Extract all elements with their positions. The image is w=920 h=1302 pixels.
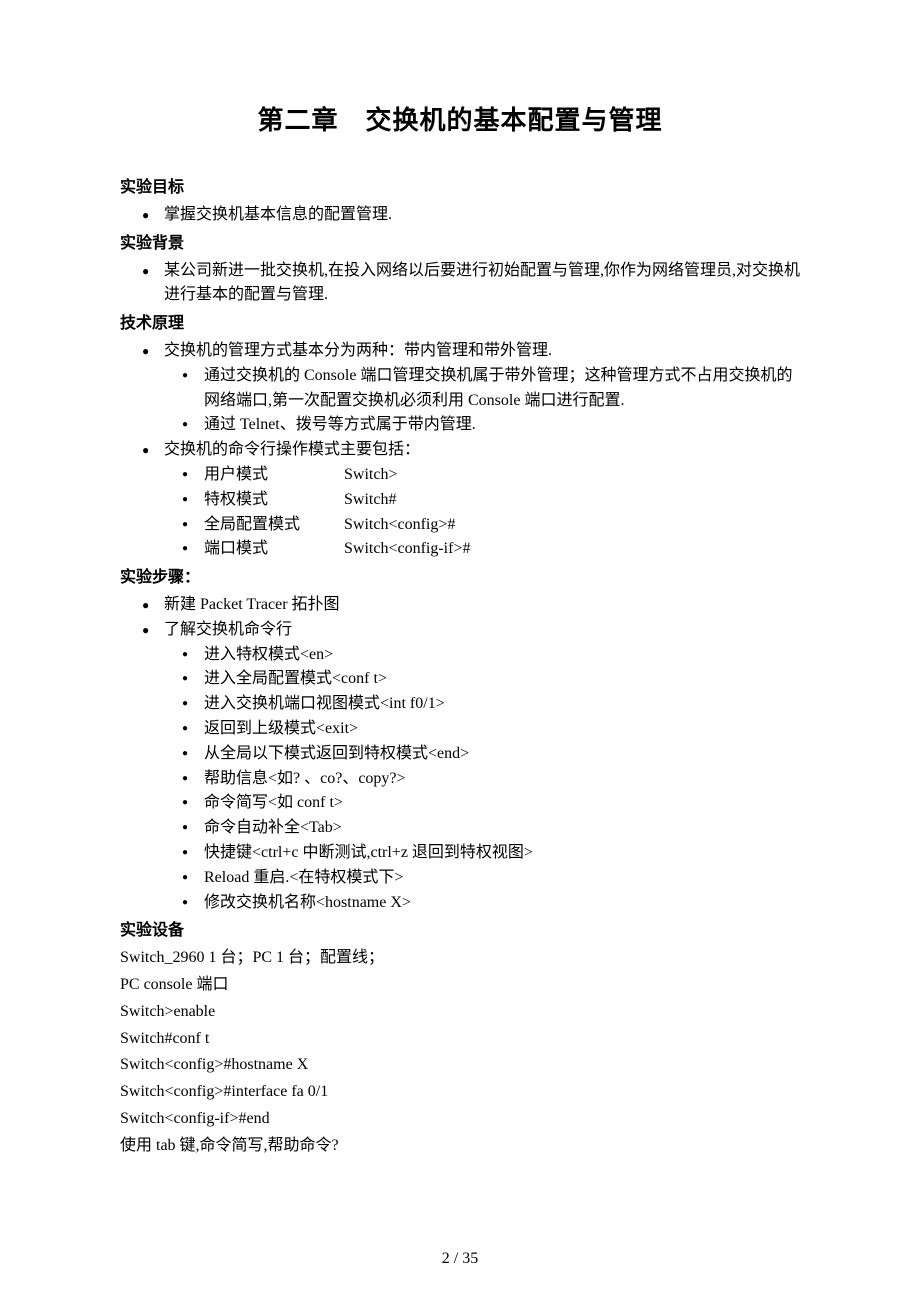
tech-mgmt-sublist: 通过交换机的 Console 端口管理交换机属于带外管理；这种管理方式不占用交换… bbox=[164, 364, 800, 438]
list-item: 特权模式 Switch# bbox=[204, 488, 800, 513]
heading-background: 实验背景 bbox=[120, 232, 800, 257]
mode-label: 端口模式 bbox=[204, 537, 344, 562]
equip-line: Switch<config-if>#end bbox=[120, 1107, 800, 1132]
mode-label: 用户模式 bbox=[204, 463, 344, 488]
list-item: Reload 重启.<在特权模式下> bbox=[204, 866, 800, 891]
steps-list: 新建 Packet Tracer 拓扑图 了解交换机命令行 进入特权模式<en>… bbox=[120, 593, 800, 915]
equip-line: Switch<config>#hostname X bbox=[120, 1053, 800, 1078]
mode-label: 全局配置模式 bbox=[204, 513, 344, 538]
mode-prompt: Switch# bbox=[344, 488, 396, 513]
chapter-title: 第二章 交换机的基本配置与管理 bbox=[120, 100, 800, 140]
mode-prompt: Switch<config-if># bbox=[344, 537, 470, 562]
equip-line: Switch#conf t bbox=[120, 1027, 800, 1052]
list-item: 帮助信息<如? 、co?、copy?> bbox=[204, 767, 800, 792]
list-item: 进入特权模式<en> bbox=[204, 643, 800, 668]
equipment-block: Switch_2960 1 台；PC 1 台；配置线； PC console 端… bbox=[120, 946, 800, 1158]
list-item: 用户模式 Switch> bbox=[204, 463, 800, 488]
list-item: 修改交换机名称<hostname X> bbox=[204, 891, 800, 916]
list-item: 端口模式 Switch<config-if># bbox=[204, 537, 800, 562]
equip-line: 使用 tab 键,命令简写,帮助命令? bbox=[120, 1134, 800, 1159]
equip-line: Switch>enable bbox=[120, 1000, 800, 1025]
list-item: 了解交换机命令行 进入特权模式<en> 进入全局配置模式<conf t> 进入交… bbox=[164, 618, 800, 916]
heading-goal: 实验目标 bbox=[120, 176, 800, 201]
steps-subhead: 了解交换机命令行 bbox=[164, 621, 292, 638]
page-number: 2 / 35 bbox=[0, 1247, 920, 1272]
mode-label: 特权模式 bbox=[204, 488, 344, 513]
list-item: 某公司新进一批交换机,在投入网络以后要进行初始配置与管理,你作为网络管理员,对交… bbox=[164, 259, 800, 309]
list-item: 进入全局配置模式<conf t> bbox=[204, 667, 800, 692]
tech-mgmt-intro: 交换机的管理方式基本分为两种：带内管理和带外管理. bbox=[164, 342, 552, 359]
mode-list: 用户模式 Switch> 特权模式 Switch# 全局配置模式 Switch<… bbox=[164, 463, 800, 562]
document-page: 第二章 交换机的基本配置与管理 实验目标 掌握交换机基本信息的配置管理. 实验背… bbox=[0, 0, 920, 1302]
list-item: 命令自动补全<Tab> bbox=[204, 816, 800, 841]
heading-equipment: 实验设备 bbox=[120, 919, 800, 944]
list-item: 新建 Packet Tracer 拓扑图 bbox=[164, 593, 800, 618]
equip-line: Switch<config>#interface fa 0/1 bbox=[120, 1080, 800, 1105]
mode-prompt: Switch> bbox=[344, 463, 397, 488]
list-item: 通过 Telnet、拨号等方式属于带内管理. bbox=[204, 413, 800, 438]
list-item: 返回到上级模式<exit> bbox=[204, 717, 800, 742]
tech-mode-intro: 交换机的命令行操作模式主要包括： bbox=[164, 441, 420, 458]
list-item: 全局配置模式 Switch<config># bbox=[204, 513, 800, 538]
list-item: 交换机的管理方式基本分为两种：带内管理和带外管理. 通过交换机的 Console… bbox=[164, 339, 800, 438]
heading-tech: 技术原理 bbox=[120, 312, 800, 337]
list-item: 命令简写<如 conf t> bbox=[204, 791, 800, 816]
background-list: 某公司新进一批交换机,在投入网络以后要进行初始配置与管理,你作为网络管理员,对交… bbox=[120, 259, 800, 309]
steps-sublist: 进入特权模式<en> 进入全局配置模式<conf t> 进入交换机端口视图模式<… bbox=[164, 643, 800, 916]
mode-prompt: Switch<config># bbox=[344, 513, 455, 538]
list-item: 进入交换机端口视图模式<int f0/1> bbox=[204, 692, 800, 717]
list-item: 通过交换机的 Console 端口管理交换机属于带外管理；这种管理方式不占用交换… bbox=[204, 364, 800, 414]
heading-steps: 实验步骤： bbox=[120, 566, 800, 591]
list-item: 掌握交换机基本信息的配置管理. bbox=[164, 203, 800, 228]
equip-line: PC console 端口 bbox=[120, 973, 800, 998]
list-item: 快捷键<ctrl+c 中断测试,ctrl+z 退回到特权视图> bbox=[204, 841, 800, 866]
goal-list: 掌握交换机基本信息的配置管理. bbox=[120, 203, 800, 228]
tech-list: 交换机的管理方式基本分为两种：带内管理和带外管理. 通过交换机的 Console… bbox=[120, 339, 800, 562]
list-item: 从全局以下模式返回到特权模式<end> bbox=[204, 742, 800, 767]
equip-line: Switch_2960 1 台；PC 1 台；配置线； bbox=[120, 946, 800, 971]
list-item: 交换机的命令行操作模式主要包括： 用户模式 Switch> 特权模式 Switc… bbox=[164, 438, 800, 562]
